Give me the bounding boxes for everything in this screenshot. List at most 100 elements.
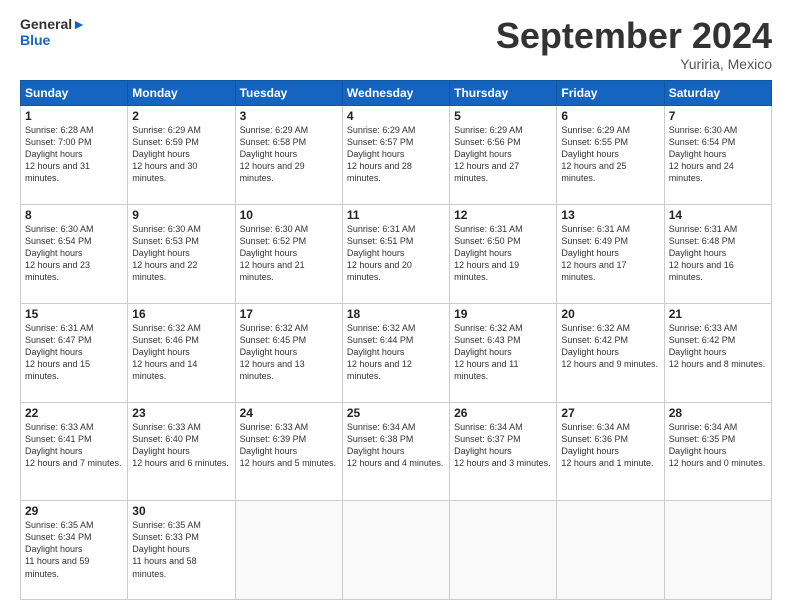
- calendar-cell: 14 Sunrise: 6:31 AMSunset: 6:48 PMDaylig…: [664, 204, 771, 303]
- calendar-cell: 8 Sunrise: 6:30 AMSunset: 6:54 PMDayligh…: [21, 204, 128, 303]
- calendar-cell: 9 Sunrise: 6:30 AMSunset: 6:53 PMDayligh…: [128, 204, 235, 303]
- day-info: Sunrise: 6:29 AMSunset: 6:57 PMDaylight …: [347, 124, 445, 185]
- calendar-cell: [557, 500, 664, 599]
- day-number: 19: [454, 307, 552, 321]
- day-info: Sunrise: 6:32 AMSunset: 6:46 PMDaylight …: [132, 322, 230, 383]
- day-number: 21: [669, 307, 767, 321]
- day-info: Sunrise: 6:29 AMSunset: 6:58 PMDaylight …: [240, 124, 338, 185]
- day-number: 13: [561, 208, 659, 222]
- calendar-cell: 6 Sunrise: 6:29 AMSunset: 6:55 PMDayligh…: [557, 105, 664, 204]
- day-number: 28: [669, 406, 767, 420]
- calendar-cell: 18 Sunrise: 6:32 AMSunset: 6:44 PMDaylig…: [342, 303, 449, 402]
- calendar-cell: 25 Sunrise: 6:34 AMSunset: 6:38 PMDaylig…: [342, 402, 449, 500]
- day-info: Sunrise: 6:30 AMSunset: 6:52 PMDaylight …: [240, 223, 338, 284]
- calendar-week-5: 29 Sunrise: 6:35 AMSunset: 6:34 PMDaylig…: [21, 500, 772, 599]
- page: General► Blue September 2024 Yuriria, Me…: [0, 0, 792, 612]
- calendar-cell: 10 Sunrise: 6:30 AMSunset: 6:52 PMDaylig…: [235, 204, 342, 303]
- day-number: 20: [561, 307, 659, 321]
- day-number: 16: [132, 307, 230, 321]
- day-info: Sunrise: 6:33 AMSunset: 6:42 PMDaylight …: [669, 322, 767, 371]
- day-info: Sunrise: 6:29 AMSunset: 6:56 PMDaylight …: [454, 124, 552, 185]
- day-number: 23: [132, 406, 230, 420]
- calendar-cell: 1 Sunrise: 6:28 AMSunset: 7:00 PMDayligh…: [21, 105, 128, 204]
- col-tuesday: Tuesday: [235, 80, 342, 105]
- day-number: 22: [25, 406, 123, 420]
- day-number: 5: [454, 109, 552, 123]
- calendar-week-3: 15 Sunrise: 6:31 AMSunset: 6:47 PMDaylig…: [21, 303, 772, 402]
- day-info: Sunrise: 6:30 AMSunset: 6:53 PMDaylight …: [132, 223, 230, 284]
- day-number: 29: [25, 504, 123, 518]
- calendar-cell: 20 Sunrise: 6:32 AMSunset: 6:42 PMDaylig…: [557, 303, 664, 402]
- day-info: Sunrise: 6:32 AMSunset: 6:43 PMDaylight …: [454, 322, 552, 383]
- day-number: 26: [454, 406, 552, 420]
- calendar-cell: 13 Sunrise: 6:31 AMSunset: 6:49 PMDaylig…: [557, 204, 664, 303]
- calendar-week-1: 1 Sunrise: 6:28 AMSunset: 7:00 PMDayligh…: [21, 105, 772, 204]
- day-number: 30: [132, 504, 230, 518]
- calendar-cell: 7 Sunrise: 6:30 AMSunset: 6:54 PMDayligh…: [664, 105, 771, 204]
- day-number: 10: [240, 208, 338, 222]
- day-info: Sunrise: 6:34 AMSunset: 6:36 PMDaylight …: [561, 421, 659, 470]
- day-info: Sunrise: 6:29 AMSunset: 6:55 PMDaylight …: [561, 124, 659, 185]
- day-number: 14: [669, 208, 767, 222]
- day-number: 1: [25, 109, 123, 123]
- day-number: 18: [347, 307, 445, 321]
- header: General► Blue September 2024 Yuriria, Me…: [20, 16, 772, 72]
- calendar-cell: 11 Sunrise: 6:31 AMSunset: 6:51 PMDaylig…: [342, 204, 449, 303]
- day-info: Sunrise: 6:33 AMSunset: 6:40 PMDaylight …: [132, 421, 230, 470]
- calendar: Sunday Monday Tuesday Wednesday Thursday…: [20, 80, 772, 600]
- calendar-week-2: 8 Sunrise: 6:30 AMSunset: 6:54 PMDayligh…: [21, 204, 772, 303]
- calendar-cell: 21 Sunrise: 6:33 AMSunset: 6:42 PMDaylig…: [664, 303, 771, 402]
- calendar-cell: [342, 500, 449, 599]
- day-number: 6: [561, 109, 659, 123]
- col-saturday: Saturday: [664, 80, 771, 105]
- day-info: Sunrise: 6:31 AMSunset: 6:49 PMDaylight …: [561, 223, 659, 284]
- calendar-cell: [664, 500, 771, 599]
- calendar-cell: 26 Sunrise: 6:34 AMSunset: 6:37 PMDaylig…: [450, 402, 557, 500]
- calendar-cell: 4 Sunrise: 6:29 AMSunset: 6:57 PMDayligh…: [342, 105, 449, 204]
- day-info: Sunrise: 6:31 AMSunset: 6:50 PMDaylight …: [454, 223, 552, 284]
- calendar-cell: 19 Sunrise: 6:32 AMSunset: 6:43 PMDaylig…: [450, 303, 557, 402]
- col-wednesday: Wednesday: [342, 80, 449, 105]
- day-number: 25: [347, 406, 445, 420]
- calendar-cell: 17 Sunrise: 6:32 AMSunset: 6:45 PMDaylig…: [235, 303, 342, 402]
- day-info: Sunrise: 6:34 AMSunset: 6:38 PMDaylight …: [347, 421, 445, 470]
- day-info: Sunrise: 6:35 AMSunset: 6:33 PMDaylight …: [132, 519, 230, 580]
- calendar-cell: 28 Sunrise: 6:34 AMSunset: 6:35 PMDaylig…: [664, 402, 771, 500]
- day-number: 7: [669, 109, 767, 123]
- day-info: Sunrise: 6:32 AMSunset: 6:42 PMDaylight …: [561, 322, 659, 371]
- day-number: 3: [240, 109, 338, 123]
- day-number: 17: [240, 307, 338, 321]
- month-title: September 2024: [496, 16, 772, 56]
- day-number: 24: [240, 406, 338, 420]
- day-info: Sunrise: 6:34 AMSunset: 6:37 PMDaylight …: [454, 421, 552, 470]
- location: Yuriria, Mexico: [496, 56, 772, 72]
- calendar-cell: 30 Sunrise: 6:35 AMSunset: 6:33 PMDaylig…: [128, 500, 235, 599]
- day-info: Sunrise: 6:34 AMSunset: 6:35 PMDaylight …: [669, 421, 767, 470]
- calendar-cell: 29 Sunrise: 6:35 AMSunset: 6:34 PMDaylig…: [21, 500, 128, 599]
- calendar-week-4: 22 Sunrise: 6:33 AMSunset: 6:41 PMDaylig…: [21, 402, 772, 500]
- col-monday: Monday: [128, 80, 235, 105]
- calendar-cell: 15 Sunrise: 6:31 AMSunset: 6:47 PMDaylig…: [21, 303, 128, 402]
- calendar-cell: 5 Sunrise: 6:29 AMSunset: 6:56 PMDayligh…: [450, 105, 557, 204]
- calendar-cell: 2 Sunrise: 6:29 AMSunset: 6:59 PMDayligh…: [128, 105, 235, 204]
- day-number: 4: [347, 109, 445, 123]
- day-info: Sunrise: 6:30 AMSunset: 6:54 PMDaylight …: [669, 124, 767, 185]
- day-number: 12: [454, 208, 552, 222]
- day-info: Sunrise: 6:33 AMSunset: 6:41 PMDaylight …: [25, 421, 123, 470]
- calendar-cell: 16 Sunrise: 6:32 AMSunset: 6:46 PMDaylig…: [128, 303, 235, 402]
- day-info: Sunrise: 6:31 AMSunset: 6:47 PMDaylight …: [25, 322, 123, 383]
- day-info: Sunrise: 6:28 AMSunset: 7:00 PMDaylight …: [25, 124, 123, 185]
- calendar-cell: [235, 500, 342, 599]
- title-block: September 2024 Yuriria, Mexico: [496, 16, 772, 72]
- day-number: 2: [132, 109, 230, 123]
- calendar-cell: 12 Sunrise: 6:31 AMSunset: 6:50 PMDaylig…: [450, 204, 557, 303]
- day-info: Sunrise: 6:31 AMSunset: 6:48 PMDaylight …: [669, 223, 767, 284]
- col-thursday: Thursday: [450, 80, 557, 105]
- day-number: 15: [25, 307, 123, 321]
- calendar-cell: 27 Sunrise: 6:34 AMSunset: 6:36 PMDaylig…: [557, 402, 664, 500]
- day-info: Sunrise: 6:33 AMSunset: 6:39 PMDaylight …: [240, 421, 338, 470]
- calendar-cell: 3 Sunrise: 6:29 AMSunset: 6:58 PMDayligh…: [235, 105, 342, 204]
- day-info: Sunrise: 6:32 AMSunset: 6:44 PMDaylight …: [347, 322, 445, 383]
- day-number: 9: [132, 208, 230, 222]
- day-number: 11: [347, 208, 445, 222]
